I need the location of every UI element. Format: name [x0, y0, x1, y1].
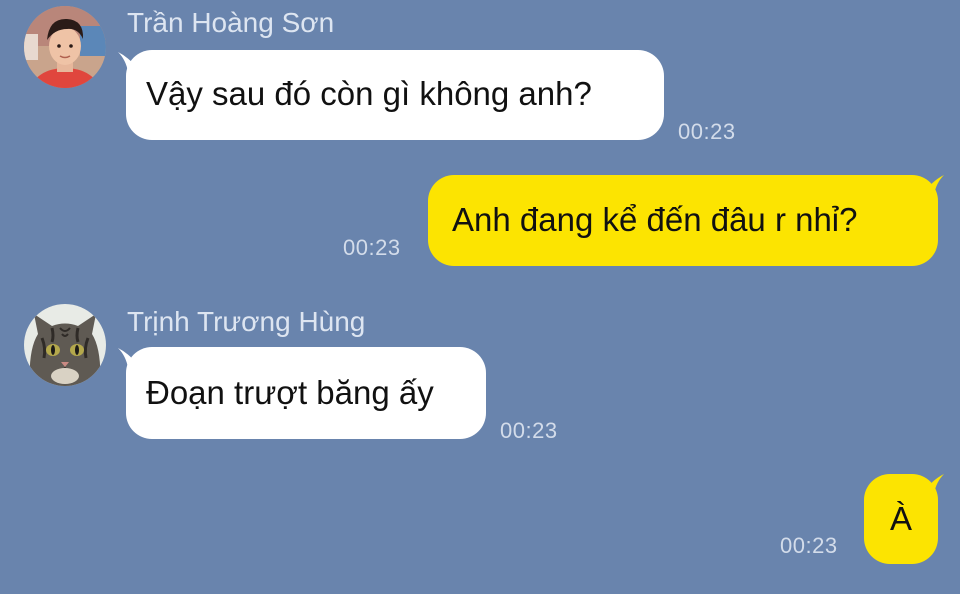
- outgoing-message-bubble[interactable]: Anh đang kể đến đâu r nhỉ?: [428, 175, 938, 266]
- person-photo-avatar-icon: [24, 6, 106, 88]
- incoming-message-bubble[interactable]: Đoạn trượt băng ấy: [126, 347, 486, 439]
- cat-photo-avatar-icon: [24, 304, 106, 386]
- avatar-trinh-truong-hung[interactable]: [24, 304, 106, 386]
- message-text: Anh đang kể đến đâu r nhỉ?: [452, 201, 858, 238]
- incoming-message-bubble[interactable]: Vậy sau đó còn gì không anh?: [126, 50, 664, 140]
- message-text: Vậy sau đó còn gì không anh?: [146, 75, 592, 112]
- sender-name: Trần Hoàng Sơn: [127, 7, 335, 38]
- message-text: Đoạn trượt băng ấy: [146, 374, 434, 411]
- avatar-tran-hoang-son[interactable]: [24, 6, 106, 88]
- message-text: À: [889, 500, 912, 537]
- bubble-tail-icon: [924, 175, 944, 195]
- bubble-tail-icon: [924, 474, 944, 494]
- chat-message-list[interactable]: Trần Hoàng Sơn Vậy sau đó còn gì không a…: [0, 0, 960, 594]
- message-timestamp: 00:23: [500, 418, 558, 443]
- message-timestamp: 00:23: [678, 119, 736, 144]
- sender-name: Trịnh Trương Hùng: [127, 306, 366, 337]
- message-timestamp: 00:23: [780, 533, 838, 558]
- message-timestamp: 00:23: [343, 235, 401, 260]
